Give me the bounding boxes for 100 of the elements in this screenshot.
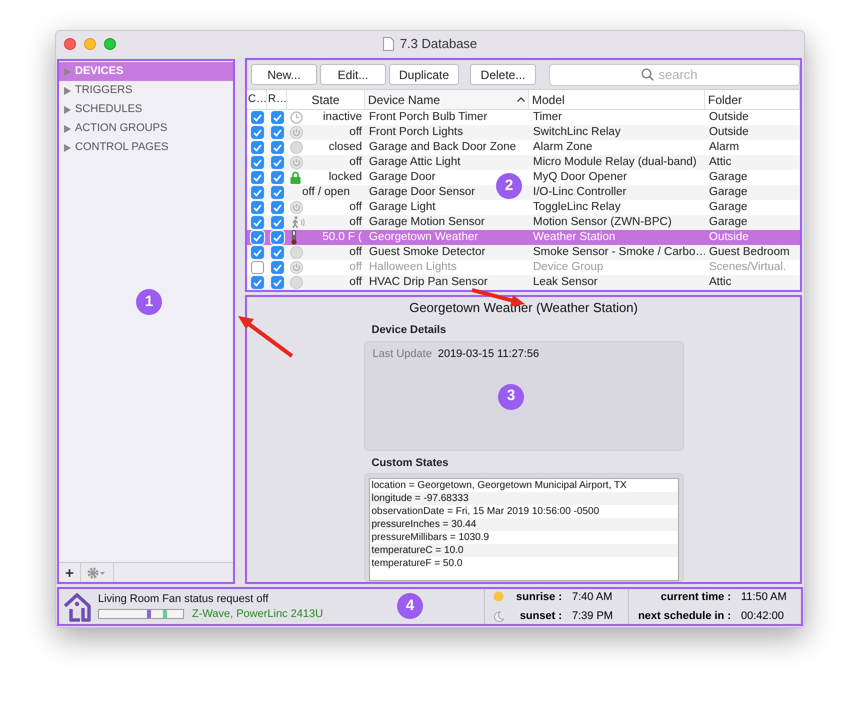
table-cell: Garage xyxy=(709,171,748,183)
checkbox[interactable] xyxy=(250,141,264,154)
table-cell: off xyxy=(349,275,362,290)
sidebar-item[interactable]: TRIGGERS xyxy=(59,81,233,100)
checkbox[interactable] xyxy=(250,111,264,124)
add-button[interactable]: + xyxy=(59,563,81,582)
house-logo-icon xyxy=(62,592,92,622)
checkbox[interactable] xyxy=(250,216,264,229)
power-icon xyxy=(290,261,303,274)
status-message: Living Room Fan status request off xyxy=(98,592,270,606)
disclosure-triangle-icon xyxy=(64,68,71,76)
checkbox[interactable] xyxy=(270,126,284,139)
checkbox[interactable] xyxy=(270,141,284,154)
checkbox[interactable] xyxy=(270,156,284,169)
table-cell: off / open xyxy=(302,185,350,200)
table-cell: Attic xyxy=(709,276,732,288)
toolbar-button[interactable]: Delete... xyxy=(470,64,536,85)
toolbar-button[interactable]: New... xyxy=(251,64,317,85)
table-cell: Front Porch Bulb Timer xyxy=(369,111,488,123)
checkbox[interactable] xyxy=(250,246,264,259)
power-icon xyxy=(290,201,303,214)
thermometer-icon xyxy=(290,230,298,245)
walking-figure-icon xyxy=(290,216,306,229)
checkbox[interactable] xyxy=(270,216,284,229)
checkbox[interactable] xyxy=(270,111,284,124)
toolbar-button[interactable]: Duplicate xyxy=(389,64,460,85)
custom-state-line: location = Georgetown, Georgetown Municipal Airport, TX xyxy=(370,479,628,492)
interface-status: Z-Wave, PowerLinc 2413U xyxy=(192,608,324,620)
table-cell: I/O-Linc Controller xyxy=(533,186,626,198)
zoom-button[interactable] xyxy=(104,38,116,50)
table-cell: Weather Station xyxy=(533,231,616,243)
table-cell: Garage xyxy=(709,201,748,213)
checkbox[interactable] xyxy=(250,276,264,289)
table-row[interactable]: off Guest Smoke Detector Smoke Sensor - Smoke / Carbo… Guest Bedroom xyxy=(247,245,800,260)
table-cell: off xyxy=(349,155,362,170)
checkbox[interactable] xyxy=(270,201,284,214)
section-heading: Device Details xyxy=(372,323,448,338)
table-cell: MyQ Door Opener xyxy=(533,171,627,183)
checkbox[interactable] xyxy=(250,186,264,199)
table-cell: Outside xyxy=(709,231,749,243)
checkbox[interactable] xyxy=(270,171,284,184)
table-row[interactable]: off Garage Motion Sensor Motion Sensor (ZWN-BPC) Garage xyxy=(247,215,800,230)
sidebar-item[interactable]: CONTROL PAGES xyxy=(59,138,233,157)
table-cell: Outside xyxy=(709,111,749,123)
table-cell: Scenes/Virtual. xyxy=(709,261,786,273)
circle-icon xyxy=(290,276,303,289)
search-field[interactable]: search xyxy=(549,64,800,86)
power-icon xyxy=(290,126,303,139)
table-row[interactable]: off Garage Attic Light Micro Module Relay (dual-band) Attic xyxy=(247,155,800,170)
table-cell: off xyxy=(349,215,362,230)
minimize-button[interactable] xyxy=(84,38,96,50)
checkbox[interactable] xyxy=(250,261,264,274)
column-header[interactable]: C… xyxy=(247,90,267,109)
table-cell: Motion Sensor (ZWN-BPC) xyxy=(533,216,672,228)
lock-icon xyxy=(290,171,301,184)
checkbox[interactable] xyxy=(250,201,264,214)
table-cell: off xyxy=(349,200,362,215)
table-cell: Leak Sensor xyxy=(533,276,598,288)
column-header[interactable]: Device Name xyxy=(365,90,529,109)
checkbox[interactable] xyxy=(270,276,284,289)
current-time-label: current time : xyxy=(660,590,731,604)
checkbox[interactable] xyxy=(250,156,264,169)
checkbox[interactable] xyxy=(270,231,284,244)
field-value: 2019-03-15 11:27:56 xyxy=(438,346,540,362)
table-cell: Garage Door xyxy=(369,171,436,183)
checkbox[interactable] xyxy=(270,246,284,259)
table-cell: Garage Light xyxy=(369,201,436,213)
table-cell: 50.0 F ( xyxy=(322,230,362,245)
custom-state-line: observationDate = Fri, 15 Mar 2019 10:56:00 -0500 xyxy=(370,505,600,518)
sidebar-item[interactable]: SCHEDULES xyxy=(59,100,233,119)
table-cell: locked xyxy=(328,170,362,185)
checkbox[interactable] xyxy=(250,231,264,244)
checkbox[interactable] xyxy=(270,186,284,199)
sidebar-item[interactable]: ACTION GROUPS xyxy=(59,119,233,138)
table-cell: Timer xyxy=(533,111,562,123)
close-button[interactable] xyxy=(64,38,76,50)
table-cell: Halloween Lights xyxy=(369,261,457,273)
current-time: 11:50 AM xyxy=(741,590,788,604)
table-row[interactable]: off Front Porch Lights SwitchLinc Relay Outside xyxy=(247,125,800,140)
table-row[interactable]: off HVAC Drip Pan Sensor Leak Sensor Attic xyxy=(247,275,800,290)
table-cell: Device Group xyxy=(533,261,604,273)
table-cell: Garage xyxy=(709,186,748,198)
custom-state-line: pressureMillibars = 1030.9 xyxy=(370,531,490,544)
search-input[interactable]: search xyxy=(658,64,709,84)
window-title: 7.3 Database xyxy=(400,34,478,53)
checkbox[interactable] xyxy=(270,261,284,274)
column-header[interactable]: R… xyxy=(267,90,287,109)
table-cell: Guest Smoke Detector xyxy=(369,246,486,258)
checkbox[interactable] xyxy=(250,126,264,139)
table-cell: Attic xyxy=(709,156,732,168)
sunrise-label: sunrise : xyxy=(515,590,562,604)
disclosure-triangle-icon xyxy=(64,86,71,94)
disclosure-triangle-icon xyxy=(64,106,71,114)
table-cell: Garage Motion Sensor xyxy=(369,216,485,228)
checkbox[interactable] xyxy=(250,171,264,184)
table-cell: Front Porch Lights xyxy=(369,126,463,138)
next-schedule-time: 00:42:00 xyxy=(741,609,785,624)
arrow-annotation xyxy=(236,314,296,359)
toolbar-button[interactable]: Edit... xyxy=(320,64,386,85)
table-cell: Micro Module Relay (dual-band) xyxy=(533,156,697,168)
